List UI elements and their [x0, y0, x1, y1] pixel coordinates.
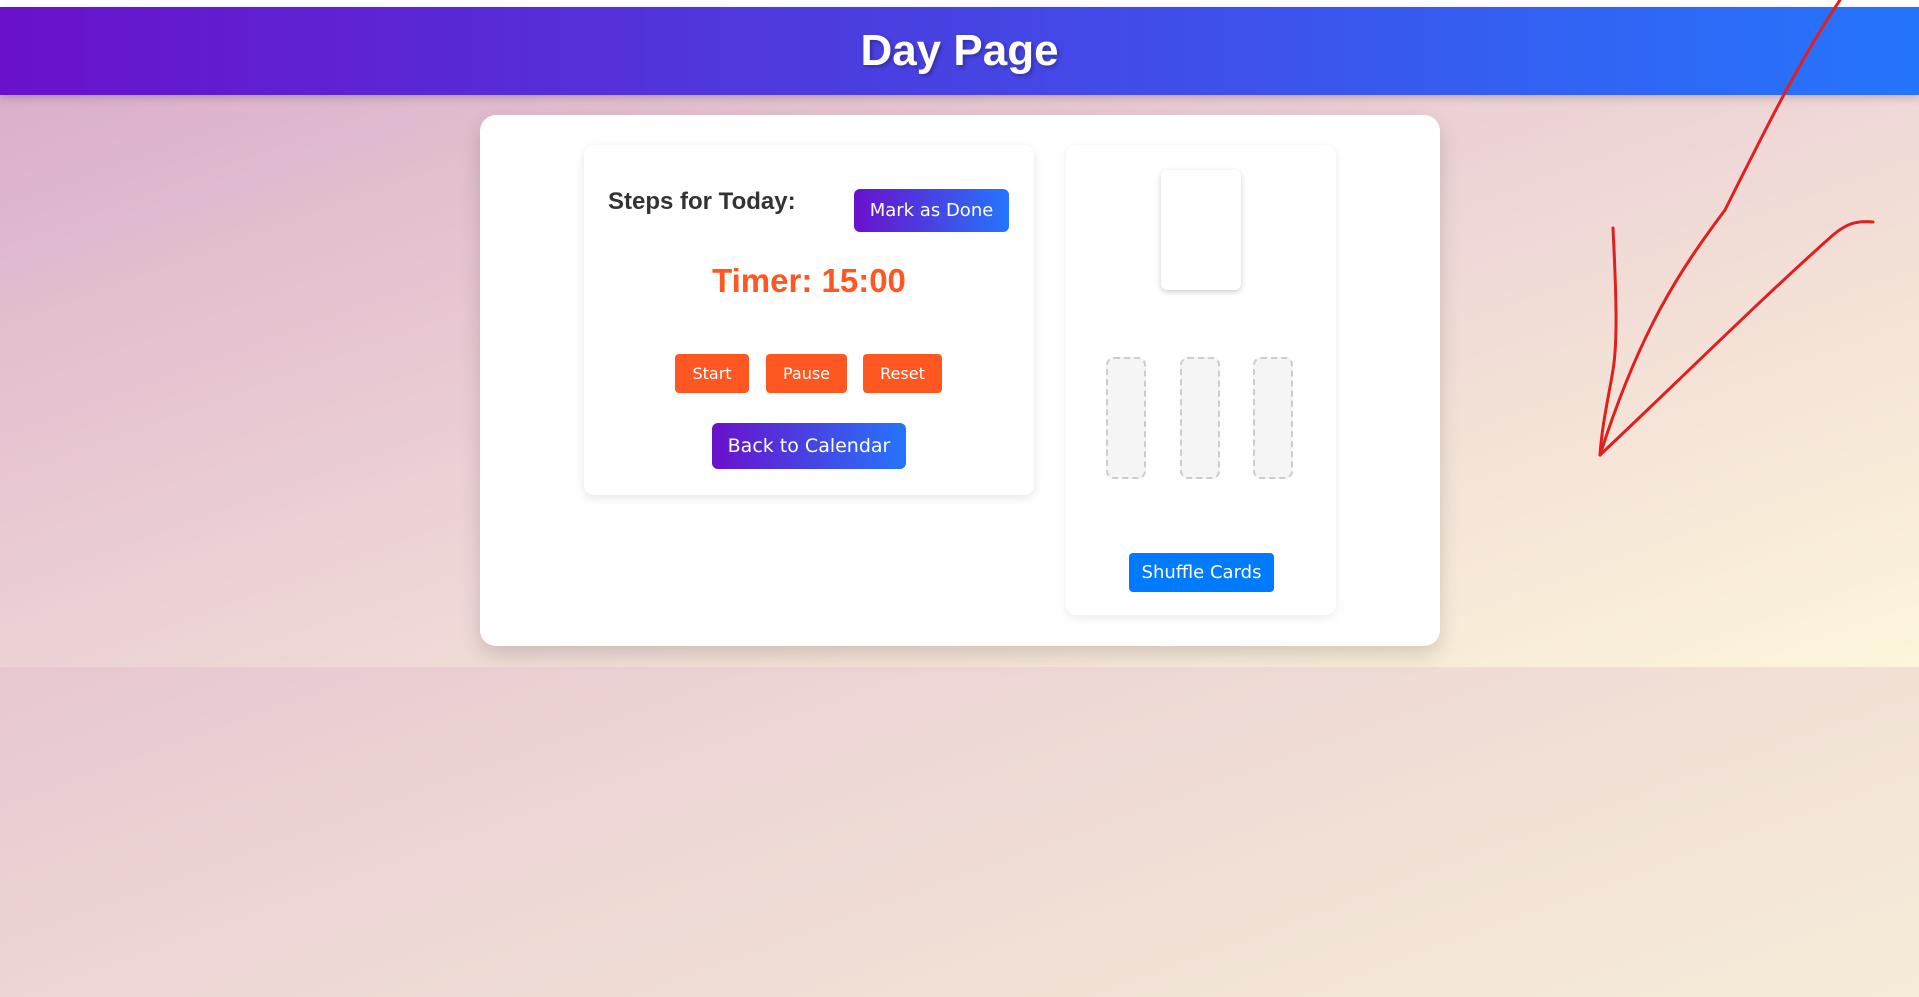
cards-panel: Shuffle Cards [1066, 145, 1336, 615]
card-slot[interactable] [1180, 357, 1220, 479]
top-strip [0, 0, 1919, 7]
start-button[interactable]: Start [675, 354, 749, 393]
card-slot[interactable] [1253, 357, 1293, 479]
mark-done-button[interactable]: Mark as Done [854, 189, 1009, 232]
main-card: Steps for Today: Mark as Done Timer: 15:… [480, 115, 1440, 646]
pause-button[interactable]: Pause [766, 354, 847, 393]
reset-button[interactable]: Reset [863, 354, 942, 393]
steps-title: Steps for Today: [608, 188, 796, 215]
back-to-calendar-button[interactable]: Back to Calendar [712, 423, 906, 469]
steps-panel: Steps for Today: Mark as Done Timer: 15:… [584, 145, 1034, 495]
shuffle-cards-button[interactable]: Shuffle Cards [1129, 553, 1274, 592]
card-slot[interactable] [1106, 357, 1146, 479]
page-header: Day Page [0, 7, 1919, 95]
timer-display: Timer: 15:00 [712, 262, 906, 299]
card-deck[interactable] [1161, 170, 1241, 290]
page-title: Day Page [860, 26, 1059, 75]
